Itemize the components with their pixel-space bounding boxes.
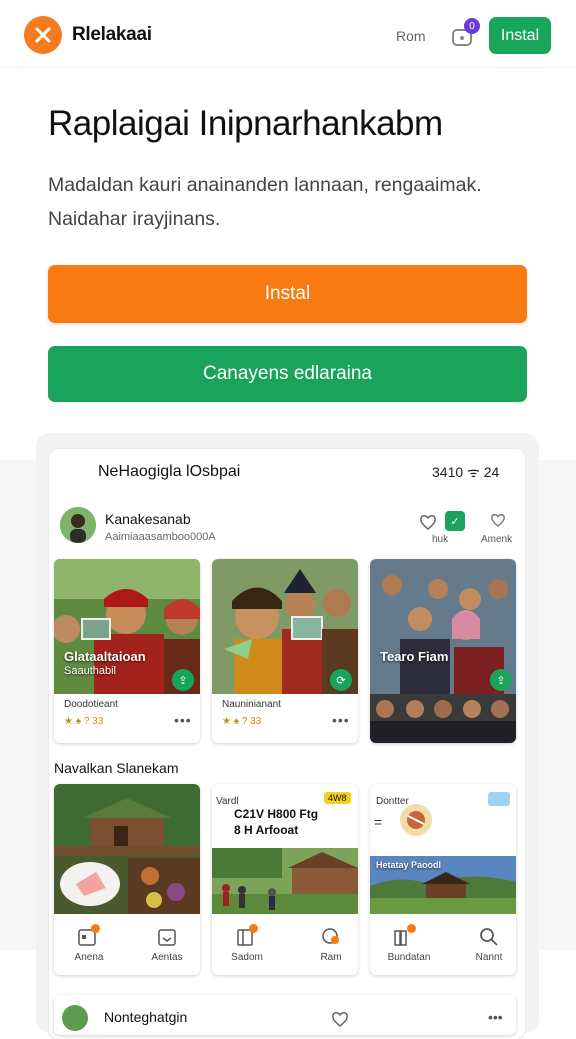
more-options-icon[interactable]: ••• bbox=[332, 712, 350, 728]
tile-photo-image bbox=[212, 848, 358, 914]
action-label-2: Amenk bbox=[481, 534, 513, 545]
more-options-icon[interactable]: ••• bbox=[488, 1009, 503, 1025]
share-badge-icon[interactable]: ⇪ bbox=[172, 669, 194, 691]
header-install-button[interactable]: Instal bbox=[489, 17, 551, 54]
preview-status-bar: 3410 ᯤ 24 bbox=[432, 464, 500, 480]
badge-dot bbox=[407, 924, 416, 933]
card-rating: ★ ♠ ? 33 bbox=[64, 716, 104, 727]
chat-icon bbox=[322, 928, 339, 944]
profile-avatar[interactable] bbox=[60, 507, 96, 543]
notification-badge: 0 bbox=[464, 18, 480, 34]
profile-name: Kanakesanab bbox=[105, 511, 191, 527]
tile-label-left: Bundatan bbox=[387, 952, 431, 963]
more-options-icon[interactable]: ••• bbox=[174, 712, 192, 728]
card-caption: Tearo Fiam bbox=[380, 649, 449, 664]
heart-outline-icon[interactable] bbox=[488, 510, 508, 530]
inbox-icon bbox=[158, 929, 176, 946]
tile-photo-image bbox=[54, 784, 200, 914]
install-button[interactable]: Instal bbox=[48, 265, 527, 323]
app-name: Rlelakaai bbox=[72, 24, 152, 45]
action-label-1: huk bbox=[432, 534, 449, 545]
post-avatar bbox=[62, 1005, 88, 1031]
login-link[interactable]: Rom bbox=[396, 28, 426, 44]
photo-card[interactable]: ⟳ Nauninianant ★ ♠ ? 33 ••• bbox=[212, 559, 358, 743]
preview-app-title: NeHaogigla lOsbpai bbox=[98, 463, 241, 480]
card-rating: ★ ♠ ? 33 bbox=[222, 716, 262, 727]
tile-label-right: Ram bbox=[320, 952, 342, 963]
heart-icon[interactable] bbox=[418, 512, 438, 532]
photo-card[interactable]: Tearo Fiam ⇪ bbox=[370, 559, 516, 743]
secondary-action-button[interactable]: Canayens edlaraina bbox=[48, 346, 527, 402]
tile-tag-icon bbox=[488, 792, 510, 806]
tile-label-left: Anena bbox=[74, 952, 104, 963]
share-badge-icon[interactable]: ⇪ bbox=[490, 669, 512, 691]
photo-card[interactable]: Glataaltaioan Saauthabil ⇪ Doodotieant ★ … bbox=[54, 559, 200, 743]
badge-dot bbox=[249, 924, 258, 933]
tile-label-left: Sadom bbox=[231, 952, 263, 963]
notification-button[interactable]: 0 bbox=[450, 18, 480, 50]
equals-icon: = bbox=[374, 814, 383, 830]
category-tile[interactable]: Vardl 4W8 C21V H800 Ftg 8 H Arfooat Sado… bbox=[212, 784, 358, 975]
badge-dot bbox=[91, 924, 100, 933]
card-caption-sub: Saauthabil bbox=[64, 665, 116, 677]
hero-subtitle: Madaldan kauri anainanden lannaan, renga… bbox=[48, 174, 482, 230]
search-icon bbox=[480, 928, 498, 946]
food-bowl-image bbox=[400, 804, 432, 836]
category-tile[interactable]: Anena Aentas bbox=[54, 784, 200, 975]
app-logo-close-icon[interactable] bbox=[24, 16, 62, 54]
hero-title: Raplaigai Inipnarhankabm bbox=[48, 104, 443, 143]
verified-chip-icon[interactable]: ✓ bbox=[445, 511, 465, 531]
share-badge-icon[interactable]: ⟳ bbox=[330, 669, 352, 691]
tile-tag: 4W8 bbox=[324, 792, 351, 804]
profile-subtitle: Aaimiaaasamboo000A bbox=[105, 531, 216, 543]
heart-icon[interactable] bbox=[330, 1009, 350, 1029]
section-title: Navalkan Slanekam bbox=[54, 760, 179, 776]
card-meta: Nauninianant bbox=[222, 699, 281, 710]
category-tile[interactable]: Dontter = Hetatay Paoodl Bundatan Nannt bbox=[370, 784, 516, 975]
tile-label-right: Nannt bbox=[475, 952, 503, 963]
tile-caption: Hetatay Paoodl bbox=[376, 860, 442, 870]
tile-headline: C21V H800 Ftg 8 H Arfooat bbox=[234, 807, 319, 837]
top-bar: Rlelakaai Rom 0 Instal bbox=[0, 0, 576, 68]
tile-label-right: Aentas bbox=[151, 952, 183, 963]
avatar-image bbox=[60, 507, 96, 543]
card-caption: Glataaltaioan Saauthabil bbox=[64, 649, 146, 679]
card-caption-title: Glataaltaioan bbox=[64, 649, 146, 664]
post-author-name: Nonteghatgin bbox=[104, 1009, 188, 1025]
next-post-card[interactable]: Nonteghatgin ••• bbox=[54, 995, 516, 1035]
close-x-icon bbox=[35, 27, 51, 43]
card-meta: Doodotieant bbox=[64, 699, 118, 710]
